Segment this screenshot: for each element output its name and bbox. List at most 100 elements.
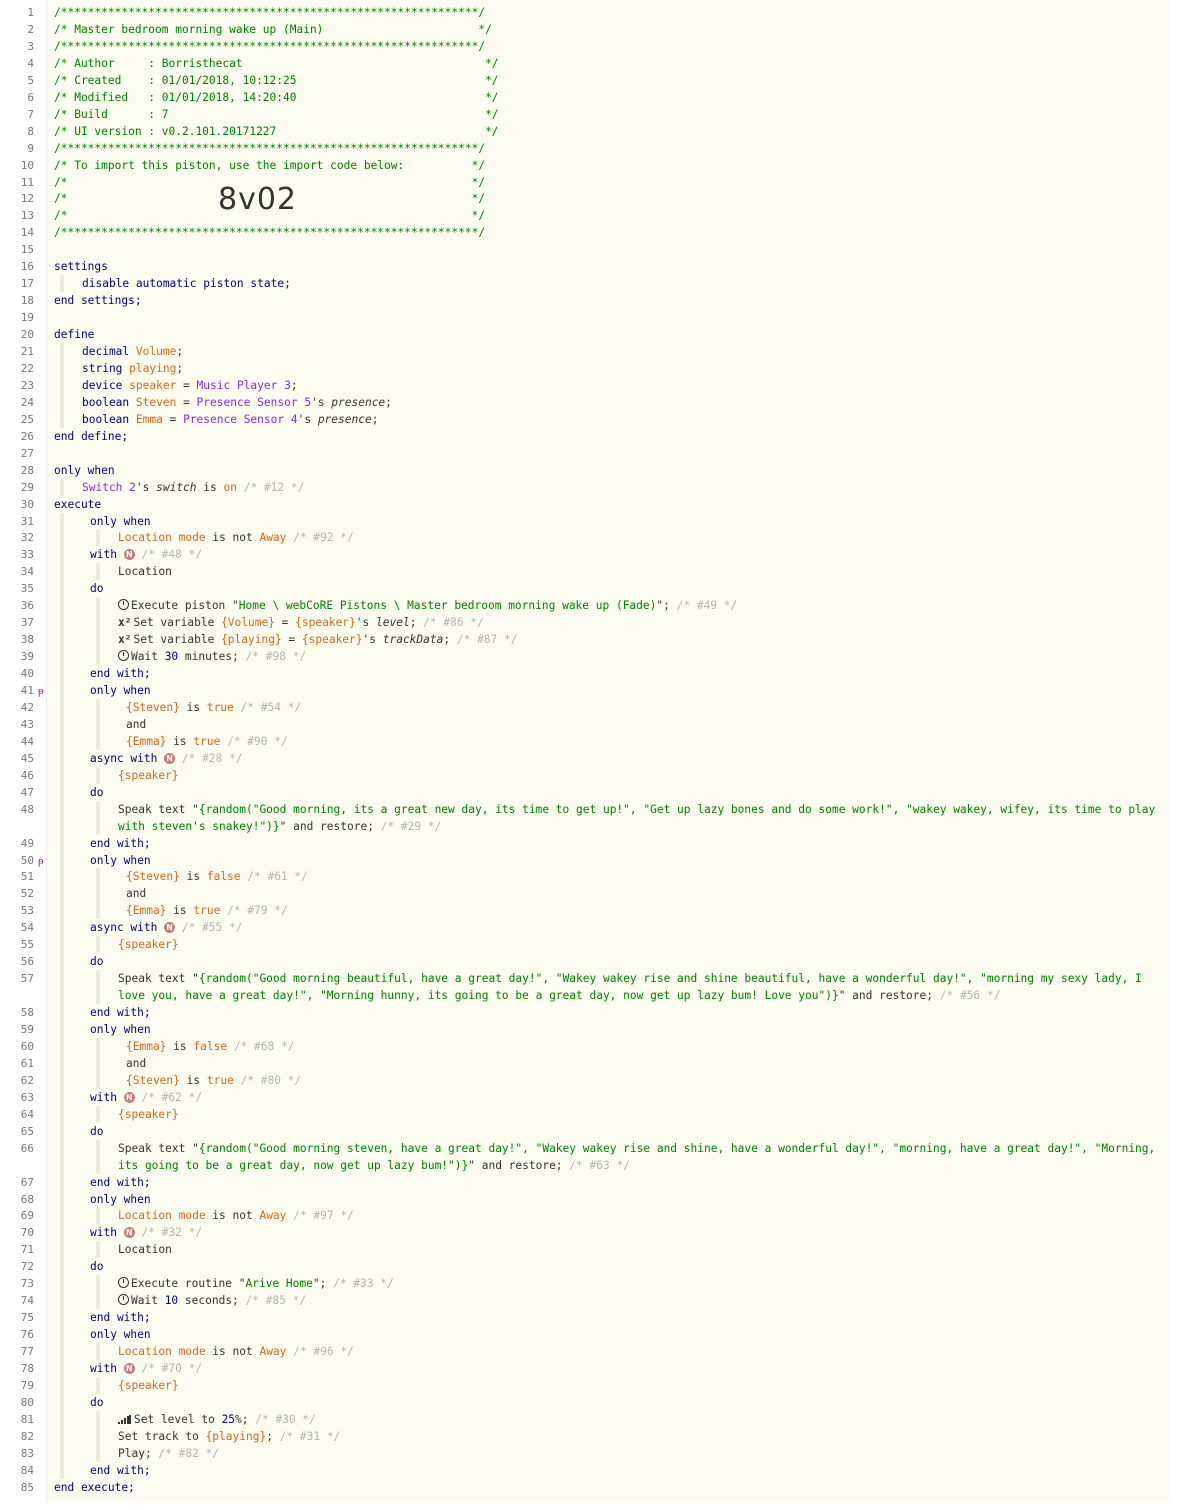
token-kw: async with [90, 751, 158, 765]
line-number: 69 [20, 1209, 34, 1223]
line-content: /* Master bedroom morning wake up (Main)… [54, 21, 492, 38]
line-content: Switch 2's switch is on /* #12 */ [82, 479, 304, 496]
line-number: 81 [20, 1412, 34, 1426]
code-line: 34 Location [0, 563, 1170, 580]
token-op: " and restore; [279, 819, 381, 833]
line-content: Location [118, 563, 172, 580]
code-line: 24 boolean Steven = Presence Sensor 5's p… [0, 394, 1170, 411]
token-id: /* #61 */ [247, 870, 308, 884]
line-content: Wait 30 minutes; /* #98 */ [118, 648, 306, 665]
line-number: 60 [20, 1039, 34, 1053]
line-content: /* Modified : 01/01/2018, 14:20:40 */ [54, 89, 499, 106]
line-content: end with; [90, 1174, 151, 1191]
token-av: Away [259, 531, 287, 545]
code-line: 41 ᵽ only when [0, 682, 1170, 699]
line-content: only when [90, 852, 151, 869]
token-op: " and restore; [468, 1158, 570, 1172]
token-cm: /* Modified : 01/01/2018, 14:20:40 */ [54, 90, 499, 104]
token-op: Speak text " [118, 1141, 199, 1155]
token-kw: end with; [90, 1311, 151, 1325]
line-content: end define; [54, 428, 128, 445]
token-cm: /* UI version : v0.2.101.20171227 */ [54, 124, 499, 138]
token-st: {random("Good morning steven, have a gre… [198, 1141, 1156, 1155]
line-number: 80 [20, 1395, 34, 1409]
line-number: 55 [20, 938, 34, 952]
line-number: 59 [20, 1023, 34, 1036]
token-op: ; [176, 345, 184, 358]
code-line: 69 Location mode is not Away /* #97 */ [0, 1207, 1170, 1224]
line-content: /***************************************… [54, 140, 485, 157]
line-number: 11 [20, 175, 34, 189]
line-number: 34 [20, 565, 34, 579]
line-number: 82 [20, 1429, 34, 1443]
token-cm: /* Created : 01/01/2018, 10:12:25 */ [54, 73, 499, 87]
line-content: {Steven} is true /* #54 */ [126, 699, 301, 716]
token-op [450, 633, 457, 646]
line-number: 35 [20, 582, 34, 596]
code-line: 74 Wait 10 seconds; /* #85 */ [0, 1292, 1170, 1309]
token-kw: end execute; [54, 1480, 135, 1494]
token-vr: {Emma} [126, 904, 167, 918]
code-line: 53 {Emma} is true /* #79 */ [0, 902, 1170, 919]
token-op [273, 1430, 280, 1443]
line-number: 75 [20, 1311, 34, 1325]
token-at: level [376, 616, 410, 630]
clock-icon [118, 599, 129, 611]
token-kw: end settings; [54, 294, 142, 308]
line-number: 45 [20, 751, 34, 765]
line-content: Set track to {playing}; /* #31 */ [118, 1428, 340, 1445]
token-id: /* #55 */ [181, 921, 243, 935]
line-content: /***************************************… [54, 4, 485, 21]
token-op: is not [205, 1345, 260, 1359]
line-number: 5 [27, 73, 34, 87]
line-content: execute [54, 496, 101, 513]
line-content: settings [54, 258, 108, 275]
token-kw: do [90, 1260, 104, 1274]
code-line: 14 /*************************************… [0, 224, 1170, 241]
line-content: Location [118, 1241, 172, 1258]
token-vr: {Emma} [126, 734, 167, 748]
token-av: true [206, 700, 234, 714]
line-number: 31 [20, 514, 34, 528]
code-line: 12/* */ [0, 190, 1170, 207]
line-number: 36 [20, 599, 34, 613]
token-at: presence [317, 412, 372, 426]
token-id: /* #62 */ [141, 1090, 203, 1104]
token-nu: 30 [164, 650, 179, 664]
token-op [234, 1074, 241, 1087]
token-op [129, 413, 136, 426]
token-op: Location [118, 1243, 172, 1257]
token-dv: Presence Sensor 5 [196, 395, 312, 409]
line-content: Location mode is not Away /* #96 */ [118, 1343, 354, 1360]
line-number: 21 [20, 345, 34, 358]
token-kw: boolean [82, 395, 130, 409]
token-op: " and restore; [838, 989, 940, 1003]
token-cm: /***************************************… [54, 6, 486, 19]
code-line: 29 Switch 2's switch is on /* #12 */ [0, 479, 1170, 496]
line-content: with N /* #62 */ [90, 1089, 202, 1106]
token-op: is [166, 1039, 194, 1053]
line-number: 85 [20, 1480, 34, 1494]
code-line: 52 and [0, 885, 1170, 902]
code-line: 63 with N /* #62 */ [0, 1089, 1170, 1106]
code-line: 17 disable automatic piston state; [0, 275, 1170, 292]
line-number: 20 [20, 328, 34, 342]
token-op: minutes; [178, 650, 239, 664]
line-number: 18 [20, 294, 34, 308]
code-line: 43 and [0, 716, 1170, 733]
line-content: boolean Emma = Presence Sensor 4's prese… [82, 411, 378, 428]
line-number: 51 [20, 870, 34, 884]
token-op: and [126, 887, 147, 901]
token-id: /* #49 */ [676, 599, 738, 613]
token-vr: {Steven} [126, 1073, 180, 1087]
token-op [157, 752, 164, 765]
line-content: and [126, 716, 146, 733]
line-content: Speak text "{random("Good morning beauti… [118, 970, 1142, 987]
line-number: 19 [20, 311, 34, 325]
token-op [239, 1294, 246, 1307]
line-content: only when [90, 682, 151, 699]
code-line: 80 do [0, 1394, 1170, 1411]
line-number: 14 [20, 226, 34, 240]
token-kw: boolean [82, 412, 130, 426]
token-op [237, 481, 244, 494]
